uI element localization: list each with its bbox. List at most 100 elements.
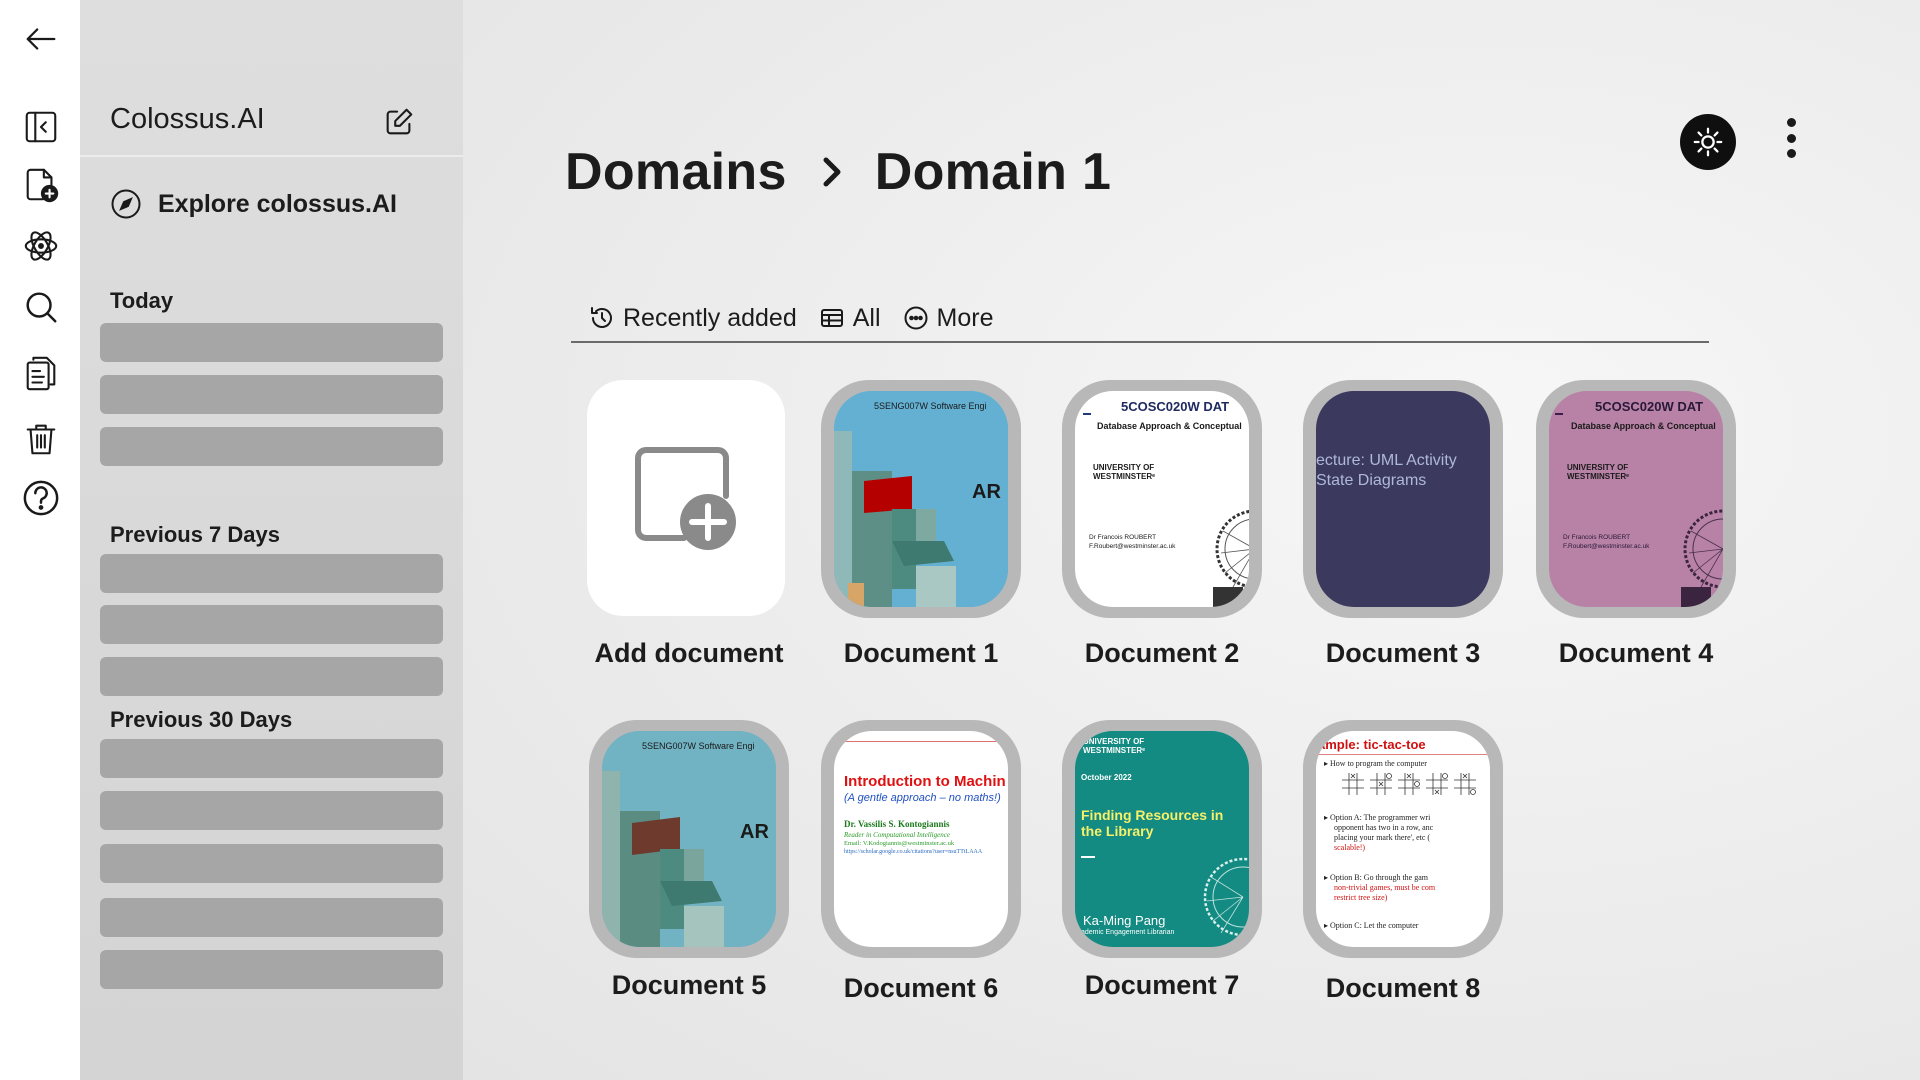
thumb-text: 5SENG007W Software Engi bbox=[874, 401, 987, 411]
history-group-title: Previous 30 Days bbox=[110, 707, 293, 732]
history-group-title: Previous 7 Days bbox=[110, 522, 280, 547]
history-item[interactable] bbox=[100, 791, 443, 830]
history-item[interactable] bbox=[100, 739, 443, 778]
table-icon bbox=[820, 309, 843, 327]
thumb-text: Introduction to Machin bbox=[844, 773, 1006, 790]
document-thumbnail: 5COSC020W DAT Database Approach & Concep… bbox=[1549, 391, 1723, 607]
thumb-text: Option B: Go through the gam bbox=[1330, 873, 1429, 882]
add-document-icon bbox=[635, 447, 736, 550]
history-item[interactable] bbox=[100, 898, 443, 937]
tic-tac-toe-grids bbox=[1342, 773, 1476, 795]
tab-all[interactable]: All bbox=[819, 304, 881, 333]
document-label: Document 8 bbox=[1325, 973, 1481, 1003]
more-options-button[interactable] bbox=[1779, 118, 1803, 158]
breadcrumb-domains[interactable]: Domains bbox=[565, 142, 787, 202]
document-thumbnail: 5SENG007W Software Engi AR bbox=[834, 391, 1008, 607]
collapse-sidebar-icon[interactable] bbox=[20, 106, 62, 148]
thumb-text: ecture: UML Activity bbox=[1316, 452, 1457, 469]
thumb-text: Finding Resources in bbox=[1081, 807, 1224, 823]
thumb-text: Database Approach & Conceptual bbox=[1097, 421, 1242, 431]
sidebar-divider bbox=[80, 155, 463, 157]
document-thumbnail-frame: ample: tic-tac-toe ▸ How to program the … bbox=[1303, 720, 1503, 958]
thumb-text: 5COSC020W DAT bbox=[1595, 399, 1704, 414]
document-thumbnail-frame: Introduction to Machin (A gentle approac… bbox=[821, 720, 1021, 958]
thumb-text: non-trivial games, must be com bbox=[1334, 883, 1436, 892]
documents-icon[interactable] bbox=[20, 352, 62, 394]
history-item[interactable] bbox=[100, 950, 443, 989]
thumb-text: Dr Francois ROUBERT bbox=[1563, 534, 1631, 541]
brand-title: Colossus.AI bbox=[110, 103, 265, 135]
thumb-text: ample: tic-tac-toe bbox=[1318, 737, 1426, 752]
explore-link[interactable]: Explore colossus.AI bbox=[110, 186, 397, 222]
thumb-text: AR bbox=[740, 821, 769, 843]
search-icon[interactable] bbox=[20, 286, 62, 328]
document-label: Document 5 bbox=[611, 970, 767, 1000]
chevron-right-icon bbox=[817, 152, 847, 192]
document-label: Document 4 bbox=[1558, 638, 1714, 668]
explore-label: Explore colossus.AI bbox=[158, 189, 397, 218]
history-item[interactable] bbox=[100, 554, 443, 593]
thumb-text: Ka-Ming Pang bbox=[1083, 913, 1166, 928]
document-thumbnail: Introduction to Machin (A gentle approac… bbox=[834, 731, 1008, 947]
thumb-text: UNIVERSITY OF bbox=[1567, 463, 1629, 472]
document-thumbnail: ample: tic-tac-toe ▸ How to program the … bbox=[1316, 731, 1490, 947]
back-arrow-icon[interactable] bbox=[20, 18, 62, 60]
tabs-underline bbox=[571, 341, 1709, 343]
sidebar: Colossus.AI Explore colossus.AI Today Pr… bbox=[80, 0, 463, 1080]
thumb-text: F.Roubert@westminster.ac.uk bbox=[1563, 543, 1650, 550]
thumb-text: October 2022 bbox=[1081, 773, 1132, 782]
document-thumbnail: ecture: UML Activity State Diagrams bbox=[1316, 391, 1490, 607]
tab-recently-added[interactable]: Recently added bbox=[589, 304, 797, 333]
tab-label: All bbox=[852, 303, 881, 332]
icon-rail bbox=[0, 0, 80, 1080]
thumb-text: AR bbox=[972, 481, 1001, 503]
document-thumbnail-frame: 5COSC020W DAT Database Approach & Concep… bbox=[1536, 380, 1736, 618]
history-item[interactable] bbox=[100, 375, 443, 414]
thumb-text: restrict tree size) bbox=[1334, 893, 1388, 902]
document-thumbnail-frame: 5COSC020W DAT Database Approach & Concep… bbox=[1062, 380, 1262, 618]
atom-icon[interactable] bbox=[20, 225, 62, 267]
ferris-wheel-graphic bbox=[1203, 857, 1249, 937]
thumb-text: State Diagrams bbox=[1316, 472, 1427, 489]
trash-icon[interactable] bbox=[20, 418, 62, 460]
document-thumbnail: 5COSC020W DAT Database Approach & Concep… bbox=[1075, 391, 1249, 607]
document-thumbnail-frame: 5SENG007W Software Engi AR bbox=[821, 380, 1021, 618]
document-label: Document 7 bbox=[1084, 970, 1240, 1000]
document-label: Document 3 bbox=[1325, 638, 1481, 668]
breadcrumb: Domains Domain 1 bbox=[565, 140, 1111, 204]
help-icon[interactable] bbox=[20, 477, 62, 519]
sun-icon bbox=[1693, 127, 1723, 157]
document-label: Document 2 bbox=[1084, 638, 1240, 668]
history-item[interactable] bbox=[100, 657, 443, 696]
document-thumbnail-frame: UNIVERSITY OF WESTMINSTERᵉ October 2022 … bbox=[1062, 720, 1262, 958]
add-document-tile[interactable] bbox=[587, 380, 785, 616]
thumb-text: scalable!) bbox=[1334, 843, 1366, 852]
document-thumbnail: 5SENG007W Software Engi AR bbox=[602, 731, 776, 947]
thumb-text: opponent has two in a row, anc bbox=[1334, 823, 1434, 832]
thumb-text: How to program the computer bbox=[1330, 759, 1427, 768]
document-thumbnail: UNIVERSITY OF WESTMINSTERᵉ October 2022 … bbox=[1075, 731, 1249, 947]
breadcrumb-domain-1: Domain 1 bbox=[874, 143, 1112, 201]
history-item[interactable] bbox=[100, 844, 443, 883]
thumb-text: Reader in Computational Intelligence bbox=[844, 831, 950, 839]
thumb-text: placing your mark there', etc ( bbox=[1334, 833, 1431, 842]
tab-more[interactable]: More bbox=[903, 304, 994, 333]
theme-toggle-button[interactable] bbox=[1680, 114, 1736, 170]
thumb-text: UNIVERSITY OF bbox=[1093, 463, 1155, 472]
history-item[interactable] bbox=[100, 605, 443, 644]
compass-icon bbox=[111, 189, 141, 219]
document-label: Document 6 bbox=[843, 973, 999, 1003]
thumb-text: 5COSC020W DAT bbox=[1121, 399, 1230, 414]
thumb-text: UNIVERSITY OF bbox=[1083, 737, 1145, 746]
thumb-text: ademic Engagement Librarian bbox=[1081, 929, 1175, 936]
new-chat-edit-icon[interactable] bbox=[382, 105, 416, 139]
history-item[interactable] bbox=[100, 323, 443, 362]
thumb-text: WESTMINSTERᵉ bbox=[1093, 472, 1156, 481]
new-document-icon[interactable] bbox=[20, 164, 62, 206]
document-label: Document 1 bbox=[843, 638, 999, 668]
thumb-text: WESTMINSTERᵉ bbox=[1083, 746, 1146, 755]
history-icon bbox=[591, 307, 612, 328]
more-circle-icon bbox=[904, 306, 928, 330]
thumb-text: F.Roubert@westminster.ac.uk bbox=[1089, 543, 1176, 550]
history-item[interactable] bbox=[100, 427, 443, 466]
